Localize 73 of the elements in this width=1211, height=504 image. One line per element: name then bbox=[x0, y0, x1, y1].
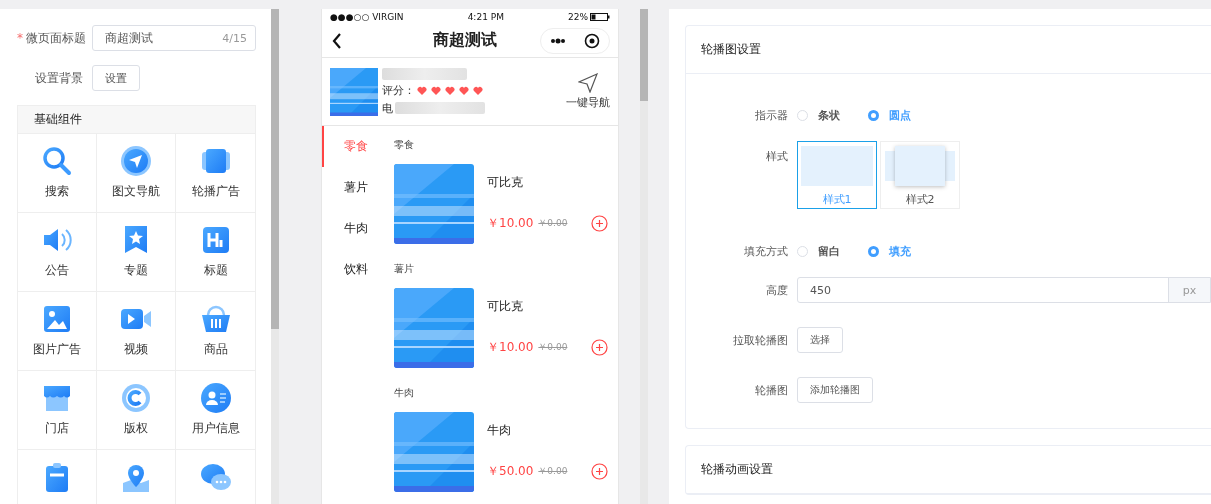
panel-title: 基础组件 bbox=[34, 111, 82, 128]
time-text: 4:21 PM bbox=[467, 11, 504, 22]
product-name: 牛肉 bbox=[487, 422, 512, 439]
component-tile[interactable]: 公告 bbox=[18, 213, 97, 292]
component-tile[interactable]: 标题 bbox=[176, 213, 255, 292]
component-tile[interactable]: 门店 bbox=[18, 371, 97, 450]
component-tile[interactable]: 图文导航 bbox=[97, 134, 176, 213]
original-price: ￥0.00 bbox=[538, 465, 568, 478]
radio-option[interactable]: 条状 bbox=[797, 107, 840, 123]
component-tile[interactable]: 轮播广告 bbox=[176, 134, 255, 213]
field-label: 高度 bbox=[765, 282, 789, 298]
field-label: 拉取轮播图 bbox=[732, 332, 789, 348]
category-tab[interactable]: 饮料 bbox=[322, 249, 392, 290]
search-icon bbox=[41, 145, 73, 177]
select-button[interactable]: 选择 bbox=[797, 327, 843, 353]
page-title: 商超测试 bbox=[433, 30, 497, 51]
product-name: 可比克 bbox=[487, 298, 524, 315]
field-label: 填充方式 bbox=[743, 243, 789, 259]
scrollbar[interactable] bbox=[640, 9, 648, 504]
chat-bubbles-icon bbox=[199, 461, 232, 493]
component-tile[interactable]: 用户信息 bbox=[176, 371, 255, 450]
copyright-icon bbox=[120, 382, 152, 414]
section-heading: 零食 bbox=[394, 138, 414, 152]
rating-label: 评分： bbox=[382, 82, 415, 98]
char-counter: 4/15 bbox=[222, 31, 247, 45]
category-tab[interactable]: 零食 bbox=[322, 126, 392, 167]
title-field[interactable]: 商超测试 4/15 bbox=[92, 25, 256, 51]
user-card-icon bbox=[199, 382, 232, 414]
send-arrow-icon bbox=[578, 73, 598, 93]
height-field[interactable]: 450 px bbox=[797, 277, 1211, 303]
basket-icon bbox=[199, 303, 232, 335]
add-icon[interactable] bbox=[591, 215, 608, 232]
image-icon bbox=[41, 303, 73, 335]
add-banner-button[interactable]: 添加轮播图 bbox=[797, 377, 873, 403]
field-label: 指示器 bbox=[754, 107, 789, 123]
section-heading: 薯片 bbox=[394, 262, 414, 276]
navigate-button[interactable]: 一键导航 bbox=[566, 73, 610, 110]
scrollbar[interactable] bbox=[271, 9, 279, 504]
battery-icon bbox=[590, 12, 610, 21]
close-icon[interactable] bbox=[584, 32, 600, 49]
category-tab[interactable]: 牛肉 bbox=[322, 208, 392, 249]
component-tile[interactable]: 搜索 bbox=[18, 134, 97, 213]
component-tile[interactable]: 视频 bbox=[97, 292, 176, 371]
category-tab[interactable]: 薯片 bbox=[322, 167, 392, 208]
unit-label: px bbox=[1168, 278, 1210, 302]
required-mark: * bbox=[17, 30, 23, 45]
add-icon[interactable] bbox=[591, 339, 608, 356]
component-tile[interactable]: 图片广告 bbox=[18, 292, 97, 371]
product-price: ￥50.00 bbox=[487, 463, 534, 480]
component-tile[interactable]: 版权 bbox=[97, 371, 176, 450]
label-text: 微页面标题 bbox=[26, 30, 86, 45]
field-label: 样式 bbox=[765, 149, 789, 164]
set-button[interactable]: 设置 bbox=[92, 65, 140, 91]
style-option[interactable]: 样式2 bbox=[880, 141, 960, 209]
product-price: ￥10.00 bbox=[487, 339, 534, 356]
field-label: 轮播图 bbox=[754, 382, 789, 398]
component-tile[interactable]: 专题 bbox=[97, 213, 176, 292]
more-icon[interactable] bbox=[550, 37, 566, 44]
battery-text: 22% bbox=[568, 11, 588, 22]
phone-label: 电 bbox=[382, 100, 393, 116]
original-price: ￥0.00 bbox=[538, 341, 568, 354]
carrier-text: ●●●○○ VIRGIN bbox=[330, 11, 404, 22]
original-price: ￥0.00 bbox=[538, 217, 568, 230]
field-label: 设置背景 bbox=[34, 69, 84, 87]
back-icon[interactable] bbox=[332, 32, 342, 49]
product-name: 可比克 bbox=[487, 174, 524, 191]
section-heading: 牛肉 bbox=[394, 386, 414, 400]
component-tile[interactable]: 商品 bbox=[176, 292, 255, 371]
radio-option[interactable]: 留白 bbox=[797, 243, 840, 259]
card-title: 轮播图设置 bbox=[701, 41, 761, 58]
card-title: 轮播动画设置 bbox=[701, 461, 773, 478]
add-icon[interactable] bbox=[591, 463, 608, 480]
product-price: ￥10.00 bbox=[487, 215, 534, 232]
